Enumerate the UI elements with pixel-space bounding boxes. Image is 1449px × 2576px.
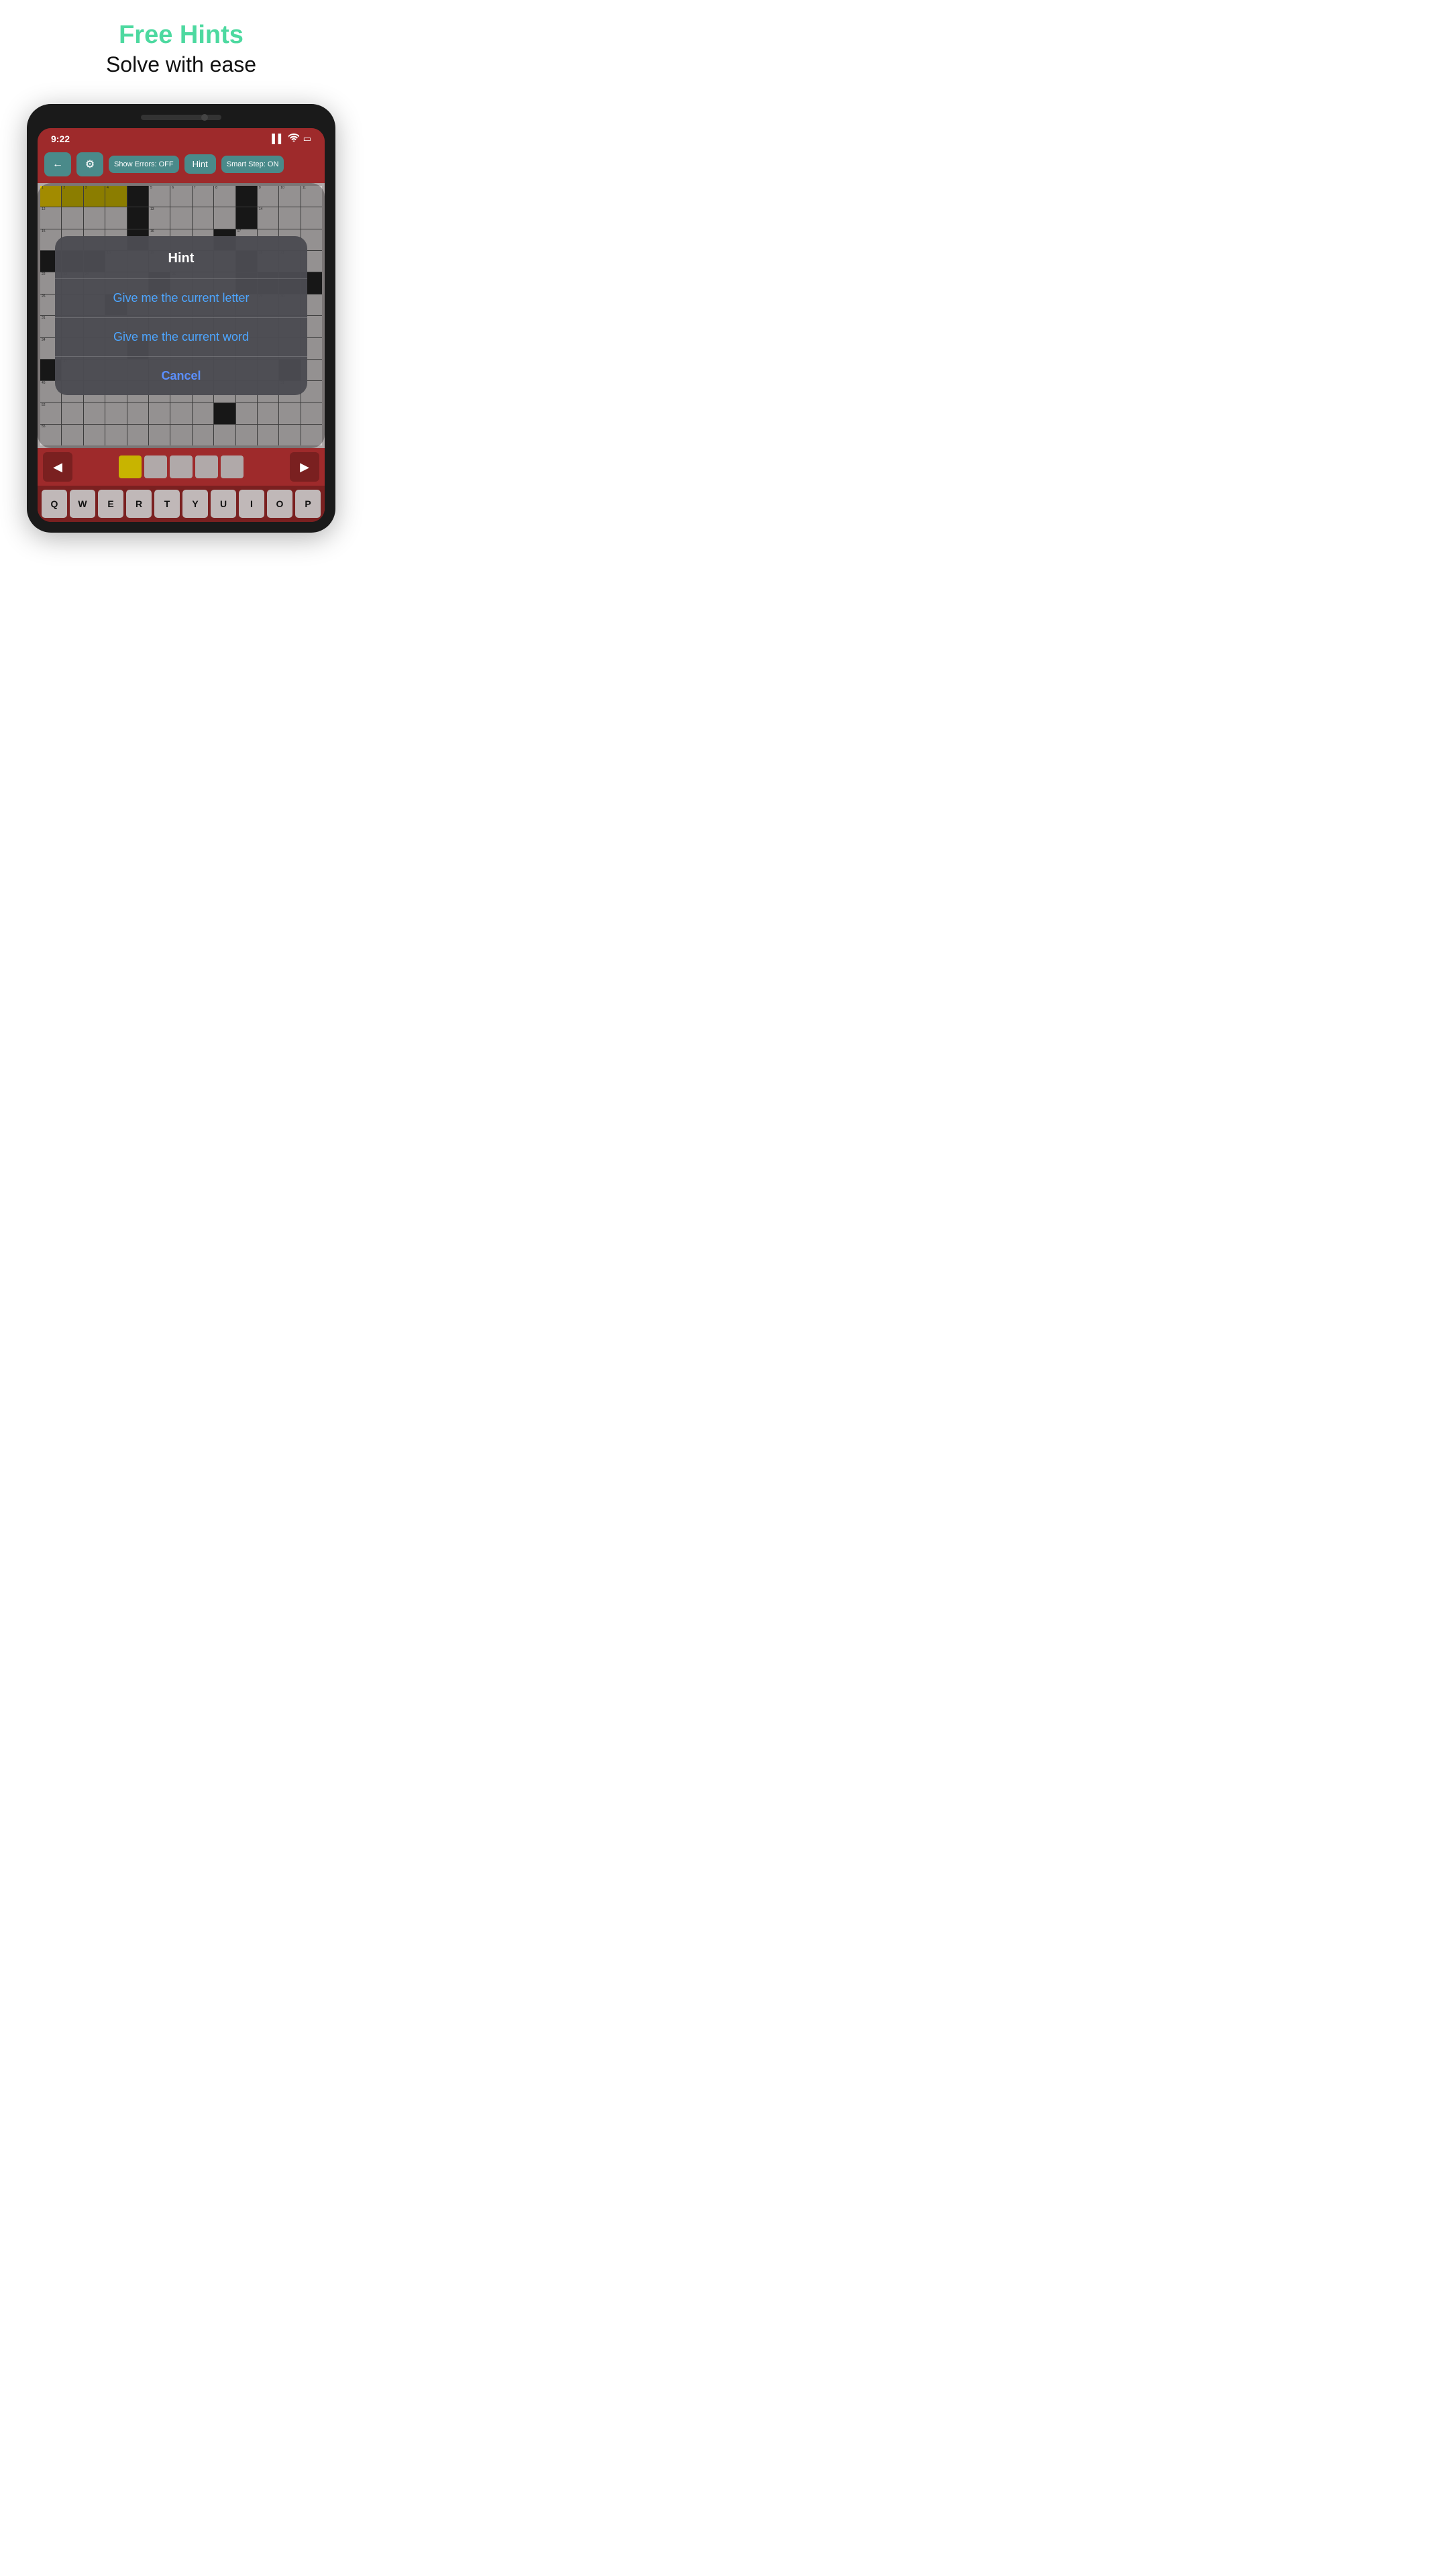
key-q[interactable]: Q [42, 490, 67, 518]
letter-cell-2 [144, 455, 167, 478]
letter-cell-1 [119, 455, 142, 478]
hint-overlay: Hint Give me the current letter Give me … [38, 183, 325, 449]
app-screen: 9:22 ▌▌ ▭ ← ⚙ Show Errors: OFF Hint Smar… [38, 128, 325, 523]
smart-step-button[interactable]: Smart Step: ON [221, 156, 284, 173]
keyboard-row: Q W E R T Y U I O P [38, 486, 325, 522]
key-t[interactable]: T [154, 490, 180, 518]
header-section: Free Hints Solve with ease [93, 0, 270, 91]
battery-icon: ▭ [303, 133, 311, 144]
nav-right-button[interactable]: ▶ [290, 452, 319, 482]
device-notch [141, 115, 221, 120]
crossword-area: 1 2 3 4 5 6 7 8 9 10 11 12 13 [38, 183, 325, 449]
key-w[interactable]: W [70, 490, 95, 518]
key-i[interactable]: I [239, 490, 264, 518]
status-bar: 9:22 ▌▌ ▭ [38, 128, 325, 147]
key-y[interactable]: Y [182, 490, 208, 518]
wifi-icon [288, 133, 299, 144]
key-p[interactable]: P [295, 490, 321, 518]
device-frame: 9:22 ▌▌ ▭ ← ⚙ Show Errors: OFF Hint Smar… [27, 104, 335, 533]
hint-button[interactable]: Hint [184, 154, 216, 174]
nav-left-button[interactable]: ◀ [43, 452, 72, 482]
back-button[interactable]: ← [44, 152, 71, 176]
signal-icon: ▌▌ [272, 133, 284, 144]
hint-option-letter[interactable]: Give me the current letter [55, 279, 308, 317]
app-title: Free Hints [106, 21, 256, 50]
toolbar: ← ⚙ Show Errors: OFF Hint Smart Step: ON [38, 147, 325, 183]
letter-cells [119, 455, 244, 478]
settings-button[interactable]: ⚙ [76, 152, 103, 176]
hint-dialog: Hint Give me the current letter Give me … [55, 236, 308, 395]
status-time: 9:22 [51, 133, 70, 144]
hint-cancel-button[interactable]: Cancel [55, 357, 308, 395]
letter-cell-5 [221, 455, 244, 478]
hint-dialog-title: Hint [55, 236, 308, 278]
hint-option-word[interactable]: Give me the current word [55, 318, 308, 356]
key-r[interactable]: R [126, 490, 152, 518]
letter-cell-4 [195, 455, 218, 478]
bottom-bar: ◀ ▶ [38, 448, 325, 486]
key-u[interactable]: U [211, 490, 236, 518]
key-e[interactable]: E [98, 490, 123, 518]
letter-cell-3 [170, 455, 193, 478]
key-o[interactable]: O [267, 490, 292, 518]
app-subtitle: Solve with ease [106, 52, 256, 77]
show-errors-button[interactable]: Show Errors: OFF [109, 156, 179, 173]
status-icons: ▌▌ ▭ [272, 133, 311, 144]
